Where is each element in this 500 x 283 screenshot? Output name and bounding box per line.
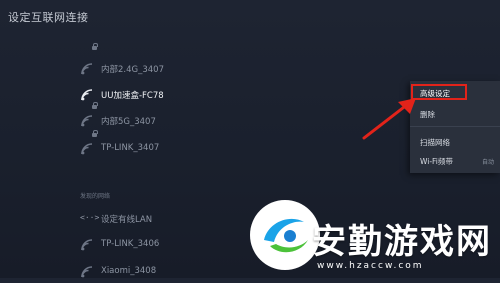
network-name: TP-LINK_3406	[101, 239, 160, 249]
wifi-icon	[81, 115, 93, 127]
network-item-3[interactable]: 内部5G_3407	[80, 112, 380, 132]
menu-item-scan-networks[interactable]: 扫描网络	[410, 133, 500, 150]
page-title: 设定互联网连接	[8, 11, 89, 24]
lock-icon	[92, 102, 98, 111]
wifi-icon	[81, 239, 93, 251]
menu-item-value: 自动	[481, 159, 494, 166]
menu-divider	[410, 126, 500, 127]
network-item-1[interactable]: 内部2.4G_3407	[80, 60, 380, 80]
network-name: UU加速盒-FC78	[101, 91, 164, 101]
watermark-brand: 安勤游戏网	[312, 222, 492, 262]
wifi-icon	[81, 143, 93, 155]
wifi-icon	[81, 89, 93, 101]
lan-icon: <··>	[80, 213, 100, 222]
wired-lan-label: 设定有线LAN	[101, 215, 153, 225]
menu-item-label: 扫描网络	[420, 138, 450, 147]
section-header: 发现的网络	[80, 193, 111, 200]
menu-item-delete[interactable]: 删除	[410, 105, 500, 122]
menu-item-label: Wi-Fi频带	[420, 157, 453, 166]
network-name: TP-LINK_3407	[101, 143, 160, 153]
lock-icon	[92, 43, 98, 52]
network-item-2[interactable]: UU加速盒-FC78	[80, 86, 380, 106]
network-name: 内部2.4G_3407	[101, 65, 164, 75]
wifi-icon	[81, 63, 93, 75]
menu-item-label: 删除	[420, 110, 435, 119]
lock-icon	[92, 130, 98, 139]
watermark-logo	[264, 218, 308, 253]
network-item-4[interactable]: TP-LINK_3407	[80, 140, 380, 160]
network-name: 内部5G_3407	[101, 117, 156, 127]
annotation-arrow	[362, 98, 416, 140]
network-name: Xiaomi_3408	[101, 266, 157, 276]
wifi-icon	[81, 266, 93, 278]
watermark-url: www.hzaccw.com	[317, 261, 424, 271]
menu-item-wifi-band[interactable]: Wi-Fi频带 自动	[410, 152, 500, 169]
